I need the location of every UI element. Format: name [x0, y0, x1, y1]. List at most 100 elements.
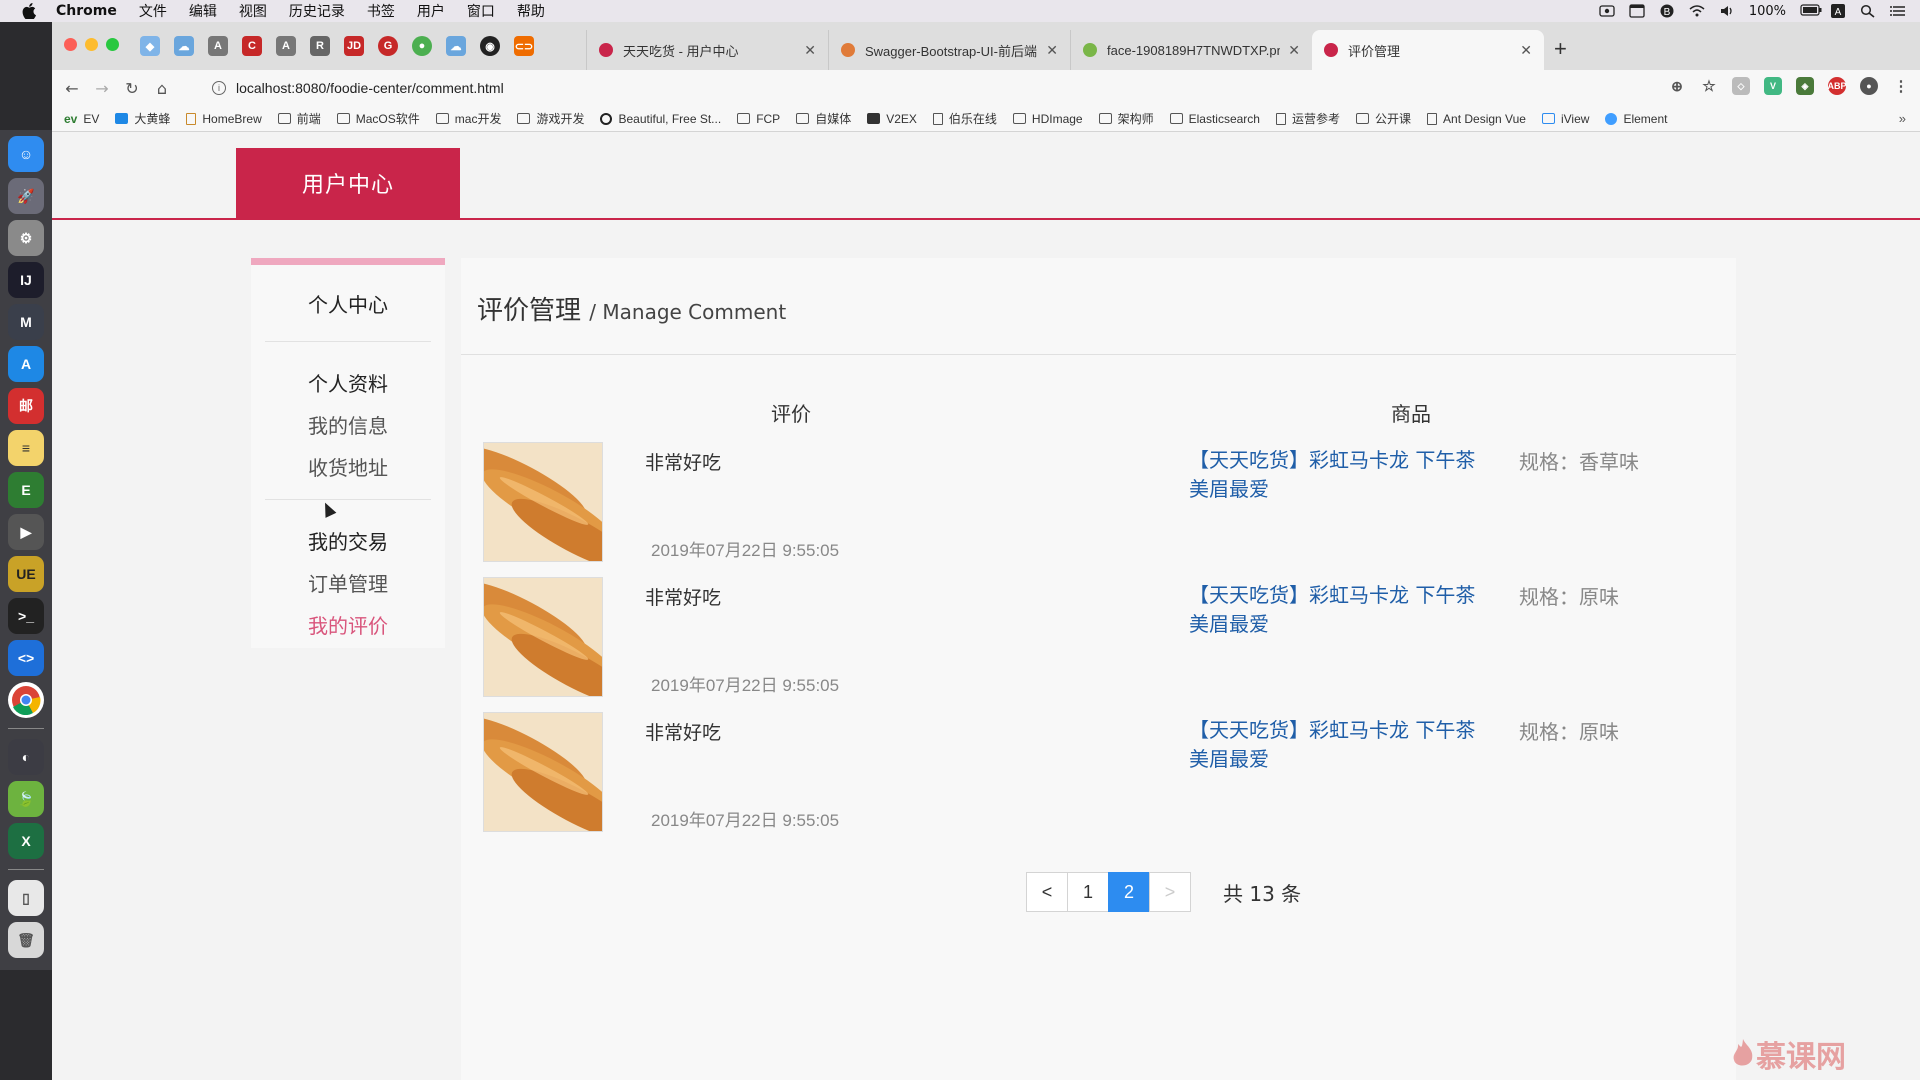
pinned-cloud-icon[interactable]: ☁ — [174, 36, 194, 56]
pinned-tab-icon[interactable]: G — [378, 36, 398, 56]
bookmark-star-icon[interactable]: ☆ — [1700, 77, 1718, 95]
bookmark-item[interactable]: Ant Design Vue — [1427, 112, 1526, 126]
tab-comment-management[interactable]: 评价管理 ✕ — [1312, 30, 1544, 70]
tab-close-icon[interactable]: ✕ — [1288, 42, 1300, 59]
menu-chrome[interactable]: Chrome — [56, 3, 117, 19]
reload-icon[interactable]: ↻ — [122, 78, 142, 98]
mail-app-icon[interactable]: 邮 — [8, 388, 44, 424]
evernote-icon[interactable]: E — [8, 472, 44, 508]
bookmark-folder[interactable]: 游戏开发 — [517, 110, 584, 127]
pinned-wechat-icon[interactable]: ● — [412, 36, 432, 56]
bluetooth-icon[interactable]: B — [1659, 4, 1675, 18]
product-thumbnail[interactable] — [483, 442, 603, 562]
markdown-editor-icon[interactable]: M — [8, 304, 44, 340]
spotlight-search-icon[interactable] — [1860, 4, 1876, 18]
bookmark-folder[interactable]: 前端 — [277, 110, 321, 127]
zoom-window-button[interactable] — [106, 38, 119, 51]
pinned-tab-icon[interactable]: ⊂⊃ — [514, 36, 534, 56]
pinned-tab-icon[interactable]: R — [310, 36, 330, 56]
vue-devtools-icon[interactable]: V — [1764, 77, 1782, 95]
screen-record-icon[interactable] — [1599, 4, 1615, 18]
product-link[interactable]: 【天天吃货】彩虹马卡龙 下午茶 美眉最爱 — [1189, 446, 1499, 504]
video-app-icon[interactable]: ▶ — [8, 514, 44, 550]
bookmark-folder[interactable]: 公开课 — [1356, 110, 1411, 127]
close-window-button[interactable] — [64, 38, 77, 51]
extension-icon[interactable]: ◈ — [1796, 77, 1814, 95]
ue-editor-icon[interactable]: UE — [8, 556, 44, 592]
sidebar-item-my-info[interactable]: 我的信息 — [251, 410, 445, 439]
pagination-page-2[interactable]: 2 — [1108, 872, 1150, 912]
bookmarks-overflow-icon[interactable]: » — [1899, 111, 1906, 126]
product-link[interactable]: 【天天吃货】彩虹马卡龙 下午茶 美眉最爱 — [1189, 581, 1499, 639]
intellij-idea-icon[interactable]: IJ — [8, 262, 44, 298]
calendar-icon[interactable] — [1629, 4, 1645, 18]
document-icon[interactable]: ▯ — [8, 880, 44, 916]
pinned-github-icon[interactable]: ◉ — [480, 36, 500, 56]
bookmark-folder[interactable]: FCP — [737, 112, 780, 126]
user-center-brand[interactable]: 用户中心 — [236, 148, 460, 218]
product-link[interactable]: 【天天吃货】彩虹马卡龙 下午茶 美眉最爱 — [1189, 716, 1499, 774]
pagination-prev-button[interactable]: < — [1026, 872, 1068, 912]
bookmark-folder[interactable]: mac开发 — [435, 110, 501, 127]
menu-help[interactable]: 帮助 — [517, 1, 545, 21]
menu-people[interactable]: 用户 — [417, 1, 445, 21]
vscode-icon[interactable]: <> — [8, 640, 44, 676]
wifi-icon[interactable] — [1689, 4, 1705, 18]
chrome-icon[interactable] — [8, 682, 44, 718]
bookmark-item[interactable]: ev EV — [64, 112, 99, 126]
menu-window[interactable]: 窗口 — [467, 1, 495, 21]
profile-avatar-icon[interactable]: ● — [1860, 77, 1878, 95]
forward-arrow-icon[interactable]: → — [92, 78, 112, 98]
sidebar-item-comments[interactable]: 我的评价 — [251, 610, 445, 639]
pinned-tab-icon[interactable]: JD — [344, 36, 364, 56]
menu-view[interactable]: 视图 — [239, 1, 267, 21]
tab-close-icon[interactable]: ✕ — [1046, 42, 1058, 59]
notification-center-icon[interactable] — [1890, 4, 1906, 18]
input-source-icon[interactable]: A — [1830, 4, 1846, 18]
pinned-tab-icon[interactable]: C — [242, 36, 262, 56]
volume-icon[interactable] — [1719, 4, 1735, 18]
minimize-window-button[interactable] — [85, 38, 98, 51]
bookmark-item[interactable]: HomeBrew — [186, 112, 262, 126]
bookmark-folder[interactable]: 自媒体 — [796, 110, 851, 127]
menu-bookmarks[interactable]: 书签 — [367, 1, 395, 21]
product-thumbnail[interactable] — [483, 712, 603, 832]
zoom-icon[interactable]: ⊕ — [1668, 77, 1686, 95]
adblock-plus-icon[interactable]: ABP — [1828, 77, 1847, 95]
tab-face-image[interactable]: face-1908189H7TNWDTXP.pn ✕ — [1070, 30, 1312, 70]
bookmark-item[interactable]: V2EX — [867, 112, 917, 126]
pinned-cloud-icon[interactable]: ☁ — [446, 36, 466, 56]
bookmark-item[interactable]: Element — [1605, 112, 1667, 126]
bookmark-folder[interactable]: 架构师 — [1098, 110, 1154, 127]
home-icon[interactable]: ⌂ — [152, 78, 172, 98]
url-text[interactable]: localhost:8080/foodie-center/comment.htm… — [236, 80, 504, 96]
bookmark-item[interactable]: iView — [1541, 112, 1589, 126]
sidebar-item-address[interactable]: 收货地址 — [251, 452, 445, 481]
terminal-icon[interactable]: >_ — [8, 598, 44, 634]
battery-icon[interactable] — [1800, 4, 1822, 18]
bookmark-item[interactable]: 大黄蜂 — [115, 110, 170, 127]
color-app-icon[interactable]: ◐ — [8, 739, 44, 775]
bookmark-item[interactable]: 运营参考 — [1275, 110, 1340, 127]
menu-edit[interactable]: 编辑 — [189, 1, 217, 21]
apple-logo-icon[interactable] — [20, 2, 38, 20]
tab-swagger[interactable]: Swagger-Bootstrap-UI-前后端 ✕ — [828, 30, 1070, 70]
menu-file[interactable]: 文件 — [139, 1, 167, 21]
tab-close-icon[interactable]: ✕ — [1520, 42, 1532, 59]
bookmark-item[interactable]: 伯乐在线 — [932, 110, 997, 127]
product-thumbnail[interactable] — [483, 577, 603, 697]
pagination-next-button[interactable]: > — [1149, 872, 1191, 912]
site-info-icon[interactable]: i — [212, 81, 226, 95]
back-arrow-icon[interactable]: ← — [62, 78, 82, 98]
pinned-tab-icon[interactable]: A — [276, 36, 296, 56]
system-preferences-icon[interactable]: ⚙ — [8, 220, 44, 256]
shield-extension-icon[interactable]: ◇ — [1732, 77, 1750, 95]
tab-close-icon[interactable]: ✕ — [804, 42, 816, 59]
more-menu-icon[interactable]: ⋮ — [1892, 77, 1910, 95]
pagination-page-1[interactable]: 1 — [1067, 872, 1109, 912]
finder-icon[interactable]: ☺ — [8, 136, 44, 172]
spring-icon[interactable]: 🍃 — [8, 781, 44, 817]
launchpad-icon[interactable]: 🚀 — [8, 178, 44, 214]
menu-history[interactable]: 历史记录 — [289, 1, 345, 21]
app-store-icon[interactable]: A — [8, 346, 44, 382]
